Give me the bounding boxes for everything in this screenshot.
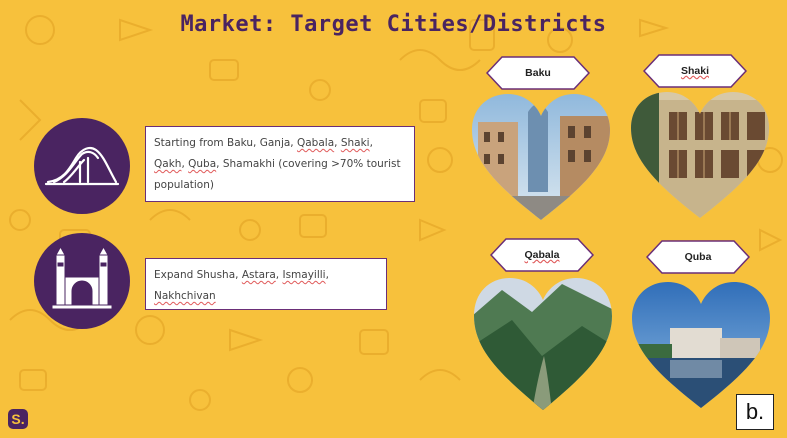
text-segment: Nakhchivan xyxy=(154,290,216,302)
city-label-shaki: Shaki xyxy=(680,65,709,77)
text-segment: Quba xyxy=(188,158,217,170)
quba-photo xyxy=(632,282,770,408)
qabala-photo xyxy=(474,278,612,410)
target-cities-description: Starting from Baku, Ganja, Qabala, Shaki… xyxy=(154,137,401,191)
brand-logo-right: b. xyxy=(736,394,774,430)
city-tag-baku: Baku xyxy=(486,56,590,90)
text-segment: Ismayilli xyxy=(282,269,326,281)
text-segment: , xyxy=(369,137,373,149)
shaki-photo xyxy=(631,92,769,218)
text-segment: Starting from Baku, Ganja, xyxy=(154,137,297,149)
city-label-baku: Baku xyxy=(525,67,551,79)
city-tag-quba: Quba xyxy=(646,240,750,274)
heydar-aliyev-center-icon xyxy=(44,147,120,186)
text-segment: Qabala xyxy=(296,137,335,149)
city-tag-qabala: Qabala xyxy=(490,238,594,272)
page-title: Market: Target Cities/Districts xyxy=(180,12,607,37)
text-segment: Astara xyxy=(241,269,276,281)
text-segment: Expand Shusha, xyxy=(154,269,242,281)
text-segment: Qakh xyxy=(154,158,182,170)
baku-photo xyxy=(472,94,610,220)
text-segment: Shaki xyxy=(340,137,370,149)
city-label-qabala: Qabala xyxy=(524,249,560,261)
text-segment: , xyxy=(334,137,341,149)
mosque-icon xyxy=(51,245,113,310)
text-segment: , xyxy=(325,269,329,281)
brand-logo-left: S. xyxy=(8,409,28,429)
landmark-circle-1 xyxy=(34,118,130,214)
expansion-cities-text: Expand Shusha, Astara, Ismayilli, Nakhch… xyxy=(145,258,387,310)
city-tag-shaki: Shaki xyxy=(643,54,747,88)
landmark-circle-2 xyxy=(34,233,130,329)
expansion-cities-description: Expand Shusha, Astara, Ismayilli, Nakhch… xyxy=(154,269,329,302)
target-cities-text: Starting from Baku, Ganja, Qabala, Shaki… xyxy=(145,126,415,202)
city-label-quba: Quba xyxy=(684,251,712,263)
